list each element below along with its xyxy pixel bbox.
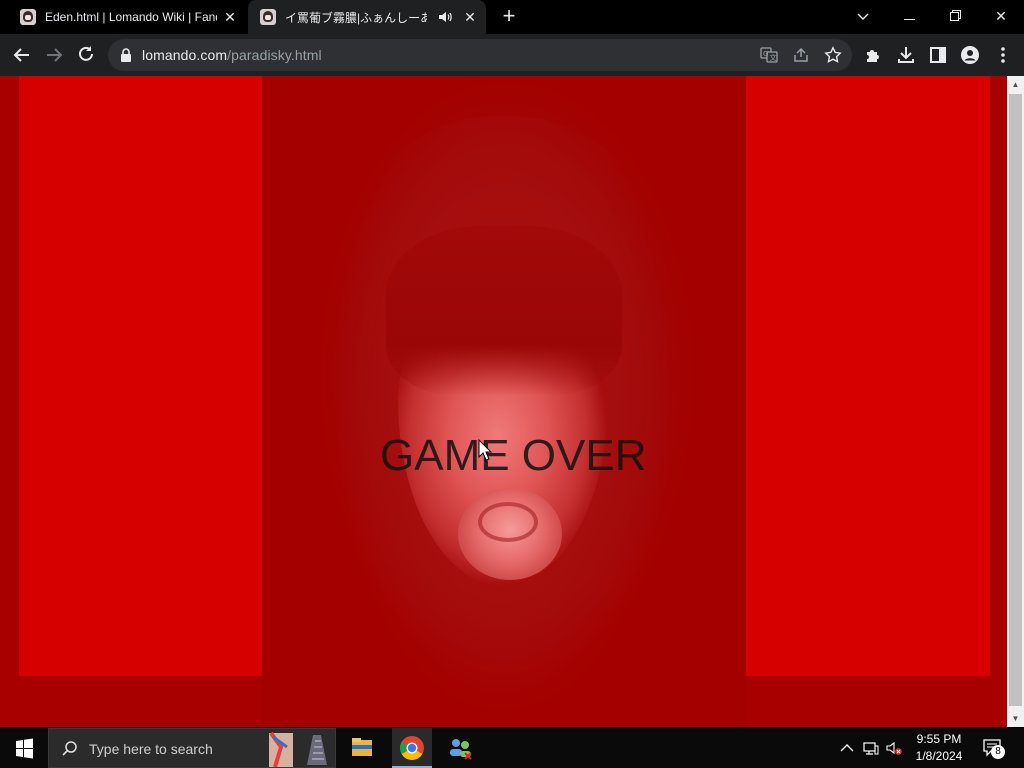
tab-paradisky[interactable]: イ罵葡ブ霧膿|ふぁんしーあいら/ハ ✕ (248, 0, 486, 34)
lock-icon[interactable] (120, 48, 132, 62)
vertical-scrollbar[interactable]: ▲ ▼ (1007, 76, 1024, 727)
extensions-puzzle-icon[interactable] (864, 45, 884, 65)
clock-date: 1/8/2024 (915, 749, 963, 763)
url-text[interactable]: lomando.com/paradisky.html (142, 47, 322, 63)
tab-eden[interactable]: Eden.html | Lomando Wiki | Fandom ✕ (8, 0, 246, 34)
share-icon[interactable] (792, 46, 810, 64)
network-people-icon[interactable] (436, 728, 484, 768)
back-arrow-icon[interactable] (9, 42, 35, 68)
url-path: /paradisky.html (227, 47, 322, 63)
volume-muted-icon[interactable] (886, 740, 902, 756)
game-over-text: GAME OVER (380, 431, 647, 480)
file-explorer-icon[interactable] (338, 728, 386, 768)
fandom-favicon-icon (20, 9, 36, 25)
right-red-panel (746, 76, 990, 676)
svg-text:G: G (763, 50, 768, 58)
side-panel-icon[interactable] (928, 45, 948, 65)
menu-kebab-icon[interactable] (993, 45, 1013, 65)
close-tab-icon[interactable]: ✕ (222, 9, 238, 25)
network-icon[interactable] (863, 740, 879, 756)
search-placeholder: Type here to search (89, 741, 213, 757)
tray-chevron-up-icon[interactable] (839, 740, 855, 756)
restore-button[interactable] (932, 0, 978, 32)
close-window-button[interactable]: ✕ (978, 0, 1024, 32)
chrome-taskbar-icon[interactable] (388, 728, 436, 768)
tab-title: Eden.html | Lomando Wiki | Fandom (45, 10, 217, 24)
speaker-icon[interactable] (438, 10, 452, 24)
scroll-down-icon[interactable]: ▼ (1011, 714, 1020, 723)
portrait-mouth-ring (478, 502, 538, 542)
forward-arrow-icon[interactable] (41, 42, 67, 68)
tab-strip: Eden.html | Lomando Wiki | Fandom ✕ イ罵葡ブ… (0, 0, 1024, 34)
windows-taskbar: Type here to search 9:55 PM 1/8/2024 8 (0, 728, 1024, 768)
left-red-panel (19, 76, 263, 676)
url-domain: lomando.com (142, 47, 228, 63)
new-tab-button[interactable]: + (498, 5, 520, 28)
system-clock[interactable]: 9:55 PM 1/8/2024 (906, 731, 972, 765)
taskbar-search-box[interactable]: Type here to search (48, 728, 336, 768)
portrait-fringe (386, 226, 622, 396)
close-tab-icon[interactable]: ✕ (462, 9, 478, 25)
scroll-up-icon[interactable]: ▲ (1011, 80, 1020, 89)
tab-title: イ罵葡ブ霧膿|ふぁんしーあいら/ハ (285, 10, 427, 25)
reload-icon[interactable] (73, 42, 99, 68)
scrollbar-thumb[interactable] (1009, 94, 1022, 706)
tab-search-chevron-icon[interactable] (840, 0, 886, 32)
page-viewport: GAME OVER (0, 76, 1007, 727)
bookmark-star-icon[interactable] (824, 46, 842, 64)
svg-text:文: 文 (770, 53, 777, 62)
search-icon (62, 741, 77, 756)
clock-time: 9:55 PM (916, 732, 962, 746)
notification-badge: 8 (991, 745, 1005, 759)
windows-start-icon[interactable] (0, 728, 48, 768)
site-favicon-icon (260, 9, 276, 25)
mouse-cursor-icon (478, 439, 492, 461)
address-bar[interactable]: lomando.com/paradisky.html G 文 (108, 39, 852, 71)
profile-avatar-icon[interactable] (960, 45, 980, 65)
translate-icon[interactable]: G 文 (760, 46, 778, 64)
download-icon[interactable] (896, 45, 916, 65)
browser-toolbar: lomando.com/paradisky.html G 文 (0, 34, 1024, 76)
search-highlight-art-icon (269, 731, 327, 767)
minimize-button[interactable] (886, 0, 932, 32)
